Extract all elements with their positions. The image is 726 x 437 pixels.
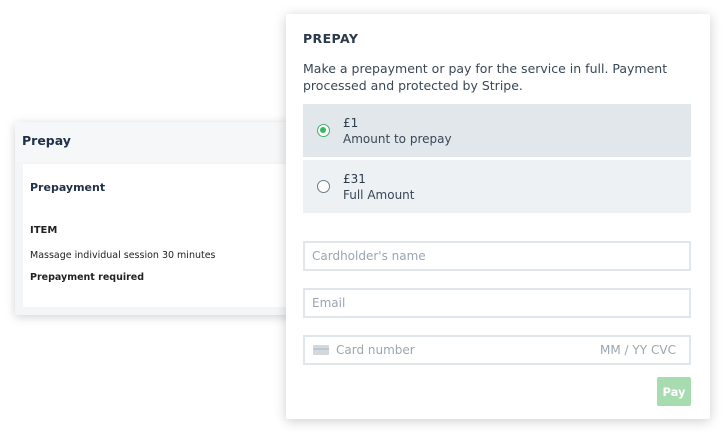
email-input[interactable]	[312, 290, 672, 316]
option-label: Amount to prepay	[343, 132, 452, 146]
option-price: £1	[343, 116, 359, 130]
option-amount-to-prepay[interactable]: £1 Amount to prepay	[303, 104, 691, 157]
radio-unchecked-icon[interactable]	[317, 180, 330, 193]
summary-header: Prepay	[15, 122, 305, 162]
item-note: Prepayment required	[30, 272, 145, 283]
payment-description: Make a prepayment or pay for the service…	[303, 61, 668, 93]
summary-subtitle: Prepayment	[30, 181, 106, 194]
summary-body: Prepayment ITEM Massage individual sessi…	[23, 164, 305, 307]
item-label: ITEM	[30, 225, 58, 236]
pay-button[interactable]: Pay	[657, 377, 691, 406]
card-details-field[interactable]: MM / YY CVC	[303, 335, 691, 365]
credit-card-icon	[313, 345, 329, 355]
option-price: £31	[343, 172, 366, 186]
option-full-amount[interactable]: £31 Full Amount	[303, 160, 691, 213]
email-field-wrapper	[303, 288, 691, 318]
cardholder-name-input[interactable]	[312, 243, 672, 269]
card-cvc-placeholder[interactable]: CVC	[651, 343, 676, 357]
prepay-summary-card: Prepay Prepayment ITEM Massage individua…	[15, 122, 305, 315]
cardholder-name-field-wrapper	[303, 241, 691, 271]
summary-title: Prepay	[22, 133, 71, 148]
card-expiry-placeholder[interactable]: MM / YY	[600, 343, 647, 357]
card-number-input[interactable]	[336, 337, 536, 363]
option-label: Full Amount	[343, 188, 415, 202]
radio-checked-icon[interactable]	[317, 124, 330, 137]
prepay-payment-card: PREPAY Make a prepayment or pay for the …	[286, 14, 710, 419]
payment-title: PREPAY	[303, 31, 359, 46]
item-description: Massage individual session 30 minutes	[30, 250, 216, 261]
